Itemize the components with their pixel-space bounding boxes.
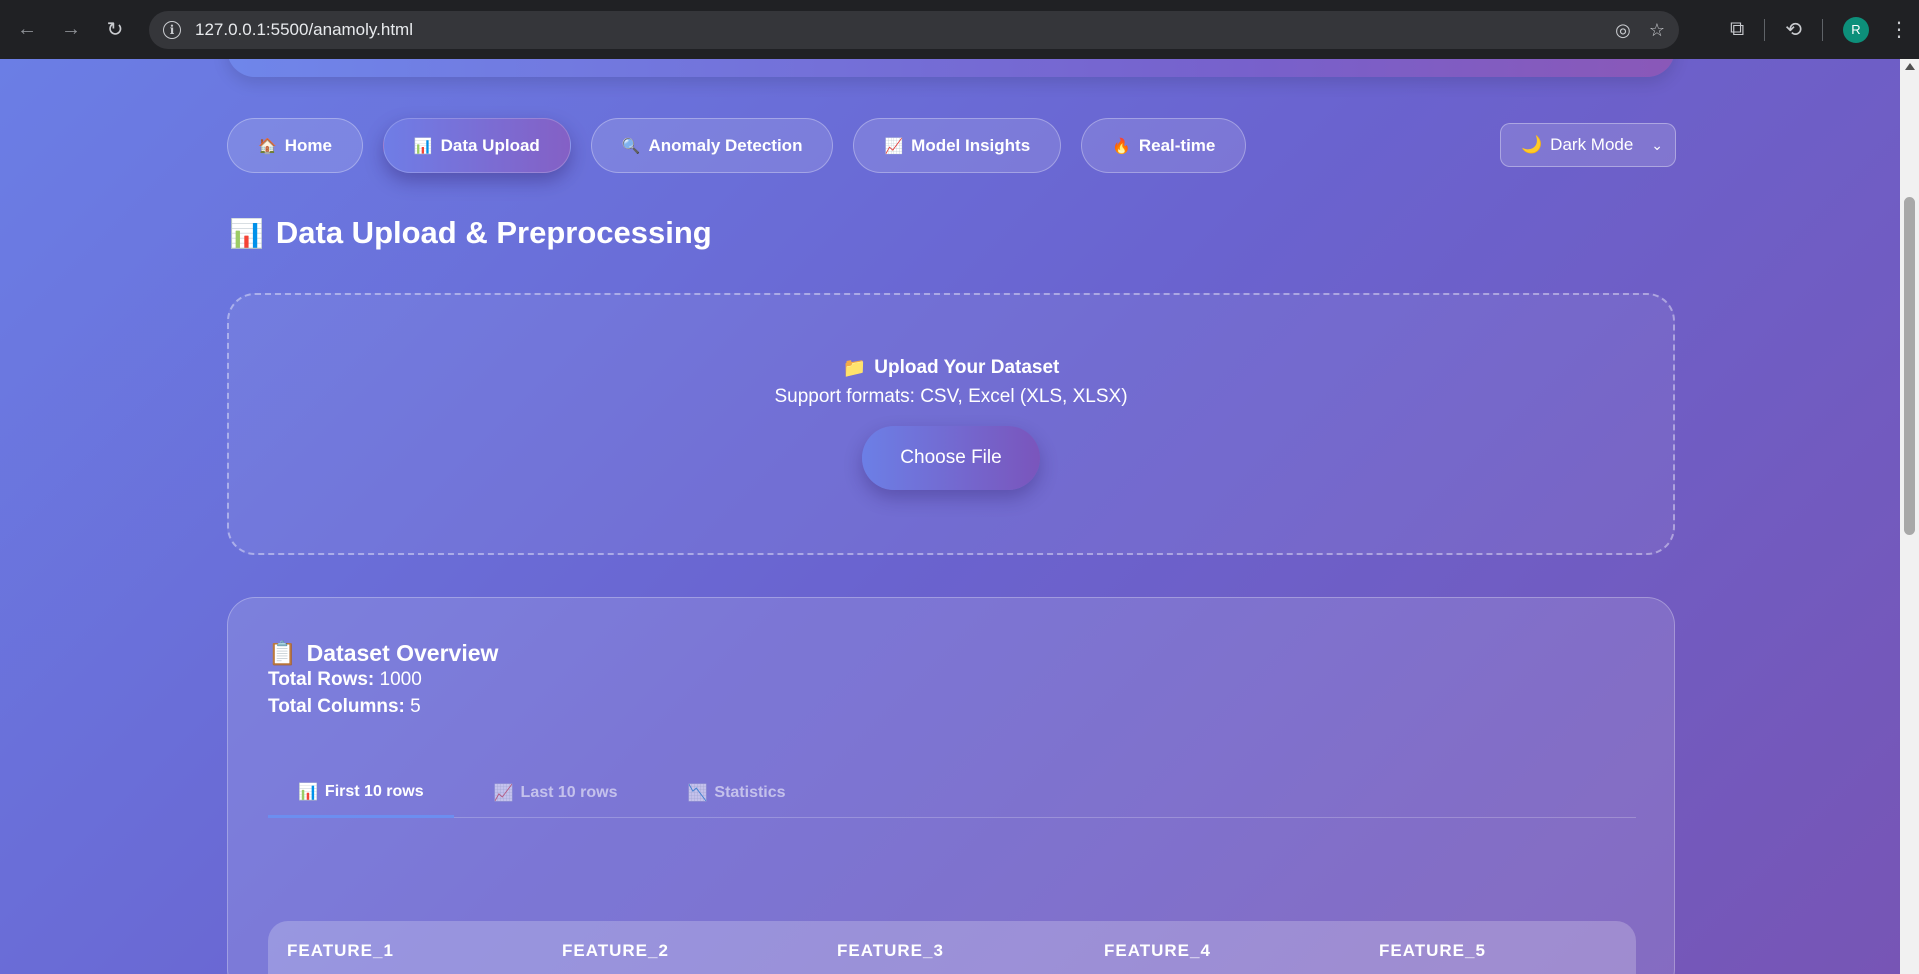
nav-label: Model Insights [911, 135, 1031, 155]
page-title-text: Data Upload & Preprocessing [275, 215, 712, 250]
nav-label: Data Upload [440, 135, 540, 155]
theme-dropdown[interactable]: 🌙 Dark Mode ⌄ [1500, 123, 1676, 167]
total-rows-label: Total Rows: [268, 669, 375, 690]
tab-last-10-rows[interactable]: 📈 Last 10 rows [464, 768, 648, 818]
folder-icon: 📁 [842, 358, 867, 379]
bar-chart-icon: 📊 [413, 137, 433, 155]
bookmark-star-icon[interactable]: ☆ [1649, 20, 1665, 41]
total-rows-value: 1000 [379, 669, 422, 690]
tab-label: Statistics [714, 784, 786, 801]
column-header[interactable]: FEATURE_5 [1379, 941, 1486, 961]
trend-chart-icon: 📈 [884, 137, 904, 155]
upload-dropzone[interactable]: 📁 Upload Your Dataset Support formats: C… [227, 293, 1675, 555]
toolbar-divider [1822, 18, 1823, 41]
column-header[interactable]: FEATURE_4 [1104, 941, 1211, 961]
column-header[interactable]: FEATURE_3 [837, 941, 944, 961]
choose-file-button[interactable]: Choose File [862, 426, 1040, 490]
page-viewport: 🏠 Home 📊 Data Upload 🔍 Anomaly Detection… [0, 59, 1900, 974]
page-title: 📊 Data Upload & Preprocessing [229, 215, 712, 251]
bar-chart-icon: 📊 [298, 783, 318, 801]
chevron-down-icon: ⌄ [1651, 137, 1663, 153]
history-icon[interactable]: ⟲ [1785, 17, 1802, 42]
extensions-icon[interactable]: ⧉ [1730, 18, 1744, 41]
nav-model-insights[interactable]: 📈 Model Insights [853, 118, 1062, 173]
down-trend-icon: 📉 [687, 785, 708, 802]
profile-avatar[interactable]: R [1843, 16, 1869, 43]
magnifier-icon: 🔍 [621, 137, 641, 155]
url-text[interactable]: 127.0.0.1:5500/anamoly.html [195, 20, 413, 40]
nav-label: Home [284, 135, 332, 155]
nav-real-time[interactable]: 🔥 Real-time [1081, 118, 1247, 173]
browser-toolbar: ← → ↻ i 127.0.0.1:5500/anamoly.html ◎ ☆ … [0, 0, 1919, 59]
total-columns-value: 5 [410, 696, 421, 717]
nav-data-upload[interactable]: 📊 Data Upload [382, 118, 571, 173]
back-icon[interactable]: ← [12, 15, 42, 45]
upload-formats: Support formats: CSV, Excel (XLS, XLSX) [774, 386, 1128, 407]
total-columns-label: Total Columns: [268, 696, 405, 717]
trend-chart-icon: 📈 [493, 785, 514, 802]
total-rows: Total Rows: 1000 [268, 669, 422, 691]
scroll-thumb[interactable] [1904, 197, 1915, 535]
nav-label: Real-time [1138, 135, 1216, 155]
nav-home[interactable]: 🏠 Home [227, 118, 363, 173]
address-bar[interactable]: i 127.0.0.1:5500/anamoly.html ◎ ☆ [149, 11, 1679, 49]
column-header[interactable]: FEATURE_1 [287, 941, 394, 961]
nav-label: Anomaly Detection [648, 135, 803, 155]
home-icon: 🏠 [258, 137, 277, 155]
page-scrollbar[interactable] [1900, 59, 1919, 974]
dataset-overview-card: 📋 Dataset Overview Total Rows: 1000 Tota… [227, 597, 1675, 974]
main-nav: 🏠 Home 📊 Data Upload 🔍 Anomaly Detection… [227, 118, 1247, 173]
tab-label: Last 10 rows [520, 784, 618, 801]
nav-anomaly-detection[interactable]: 🔍 Anomaly Detection [590, 118, 834, 173]
scroll-up-arrow-icon[interactable] [1905, 63, 1915, 70]
total-columns: Total Columns: 5 [268, 696, 421, 718]
tracking-protection-icon[interactable]: ◎ [1615, 20, 1631, 41]
reload-icon[interactable]: ↻ [100, 15, 130, 45]
menu-icon[interactable]: ⋮ [1889, 17, 1909, 42]
overview-title-text: Dataset Overview [306, 640, 499, 666]
clipboard-icon: 📋 [268, 640, 297, 666]
tab-label: First 10 rows [324, 782, 424, 800]
preview-tabs: 📊 First 10 rows 📈 Last 10 rows 📉 Statist… [268, 768, 1636, 818]
forward-icon[interactable]: → [56, 15, 86, 45]
tab-first-10-rows[interactable]: 📊 First 10 rows [268, 768, 454, 818]
column-header[interactable]: FEATURE_2 [562, 941, 669, 961]
toolbar-divider [1764, 18, 1766, 41]
site-info-icon[interactable]: i [163, 21, 181, 39]
fire-icon: 🔥 [1112, 137, 1131, 155]
upload-title: 📁 Upload Your Dataset [843, 356, 1060, 380]
header-banner [227, 59, 1675, 77]
upload-title-text: Upload Your Dataset [874, 357, 1060, 378]
table-header-row: FEATURE_1 FEATURE_2 FEATURE_3 FEATURE_4 … [268, 921, 1636, 974]
theme-value: Dark Mode [1550, 135, 1634, 154]
bar-chart-icon: 📊 [229, 217, 264, 249]
tab-statistics[interactable]: 📉 Statistics [657, 768, 815, 818]
overview-title: 📋 Dataset Overview [268, 640, 498, 667]
moon-icon: 🌙 [1521, 135, 1543, 154]
